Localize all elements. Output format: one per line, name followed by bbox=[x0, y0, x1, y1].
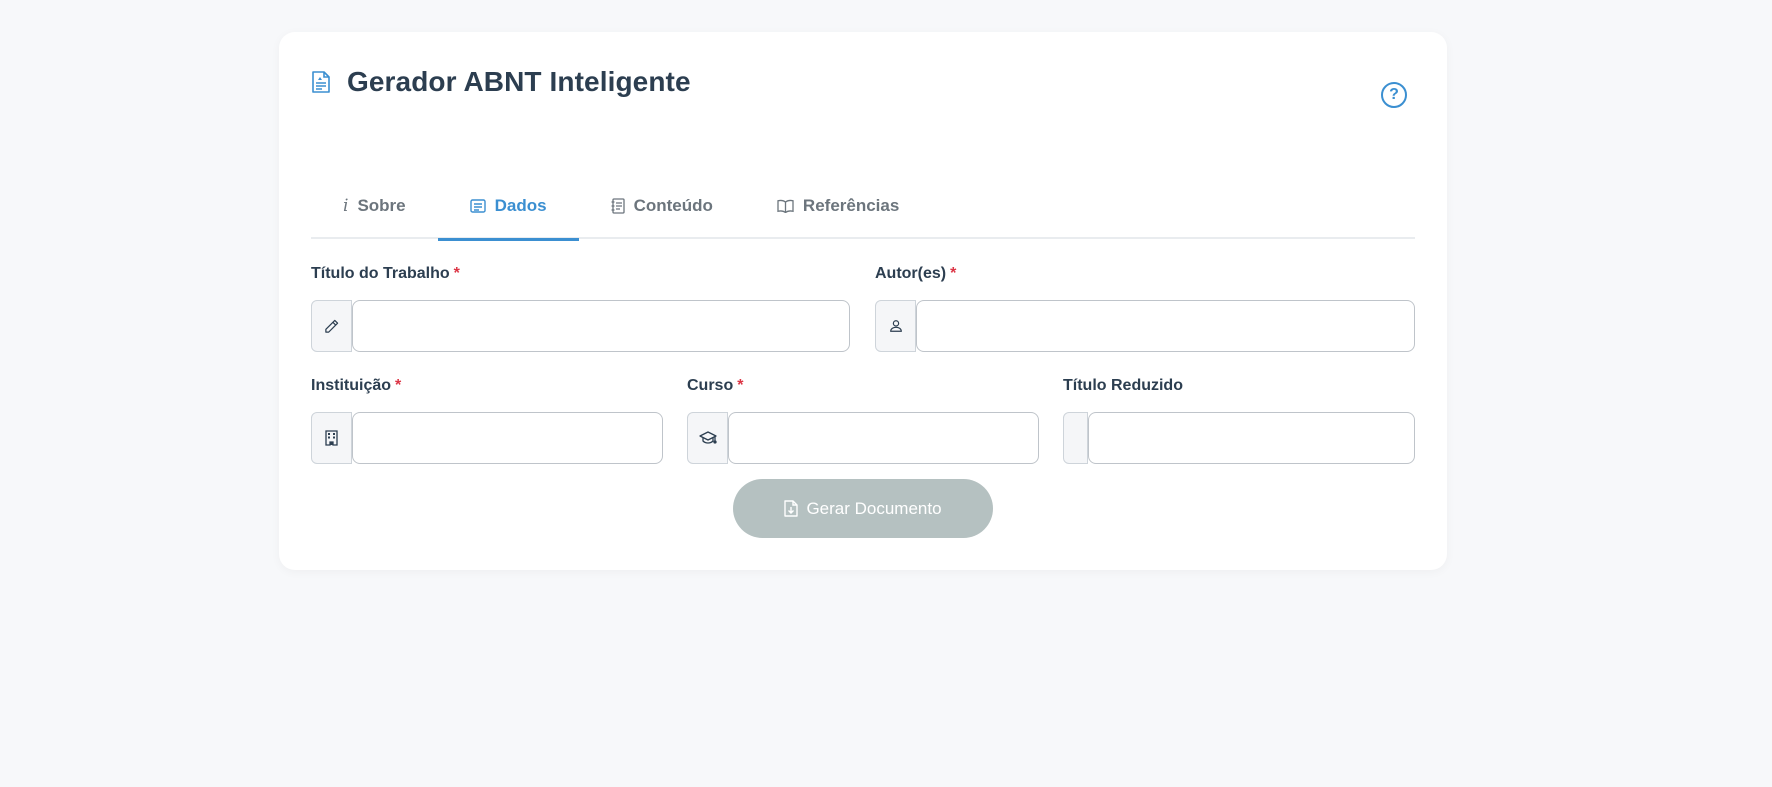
titulo-trabalho-label: Título do Trabalho * bbox=[311, 265, 460, 282]
info-icon: i bbox=[343, 195, 349, 216]
journal-text-icon bbox=[611, 197, 625, 214]
tab-dados[interactable]: Dados bbox=[437, 172, 579, 241]
titulo-trabalho-input[interactable] bbox=[352, 300, 850, 352]
autores-input[interactable] bbox=[916, 300, 1415, 352]
titulo-trabalho-input-group bbox=[311, 300, 850, 352]
instituicao-input[interactable] bbox=[352, 412, 663, 464]
required-marker: * bbox=[453, 265, 460, 282]
autores-label: Autor(es) * bbox=[875, 265, 957, 282]
tab-bar: i Sobre Dados Conteúdo Referências bbox=[311, 172, 1415, 241]
card-text-icon bbox=[469, 198, 486, 213]
autores-input-group bbox=[875, 300, 1415, 352]
curso-input-group bbox=[687, 412, 1039, 464]
titulo-reduzido-input[interactable] bbox=[1088, 412, 1415, 464]
tab-referencias[interactable]: Referências bbox=[745, 172, 931, 239]
main-card: Gerador ABNT Inteligente ? i Sobre Dados bbox=[279, 32, 1447, 570]
instituicao-input-group bbox=[311, 412, 663, 464]
titulo-reduzido-label: Título Reduzido bbox=[1063, 377, 1183, 394]
help-button[interactable]: ? bbox=[1381, 82, 1407, 108]
tab-label: Sobre bbox=[357, 195, 406, 215]
required-marker: * bbox=[395, 377, 402, 394]
pencil-icon bbox=[311, 300, 352, 352]
file-download-icon bbox=[784, 500, 799, 517]
mortarboard-icon bbox=[687, 412, 728, 464]
required-marker: * bbox=[737, 377, 744, 394]
instituicao-field: Instituição * bbox=[311, 376, 663, 466]
building-icon bbox=[311, 412, 352, 464]
titulo-trabalho-field: Título do Trabalho * bbox=[311, 264, 850, 354]
titulo-reduzido-field: Título Reduzido bbox=[1063, 376, 1415, 466]
empty-addon bbox=[1063, 412, 1088, 464]
curso-field: Curso * bbox=[687, 376, 1039, 466]
tab-label: Conteúdo bbox=[633, 195, 713, 215]
generate-document-label: Gerar Documento bbox=[806, 498, 942, 518]
page-title: Gerador ABNT Inteligente bbox=[347, 66, 691, 97]
tab-sobre[interactable]: i Sobre bbox=[311, 172, 438, 239]
titulo-reduzido-input-group bbox=[1063, 412, 1415, 464]
person-icon bbox=[875, 300, 916, 352]
curso-input[interactable] bbox=[728, 412, 1039, 464]
tab-conteudo[interactable]: Conteúdo bbox=[579, 172, 745, 239]
instituicao-label: Instituição * bbox=[311, 377, 402, 394]
tab-label: Dados bbox=[494, 195, 547, 215]
required-marker: * bbox=[950, 265, 957, 282]
document-icon bbox=[311, 70, 333, 94]
question-icon: ? bbox=[1389, 86, 1399, 103]
autores-field: Autor(es) * bbox=[875, 264, 1415, 354]
book-icon bbox=[777, 199, 794, 213]
app-header: Gerador ABNT Inteligente bbox=[311, 66, 691, 98]
generate-document-button[interactable]: Gerar Documento bbox=[733, 479, 993, 538]
curso-label: Curso * bbox=[687, 377, 744, 394]
tab-label: Referências bbox=[802, 195, 900, 215]
